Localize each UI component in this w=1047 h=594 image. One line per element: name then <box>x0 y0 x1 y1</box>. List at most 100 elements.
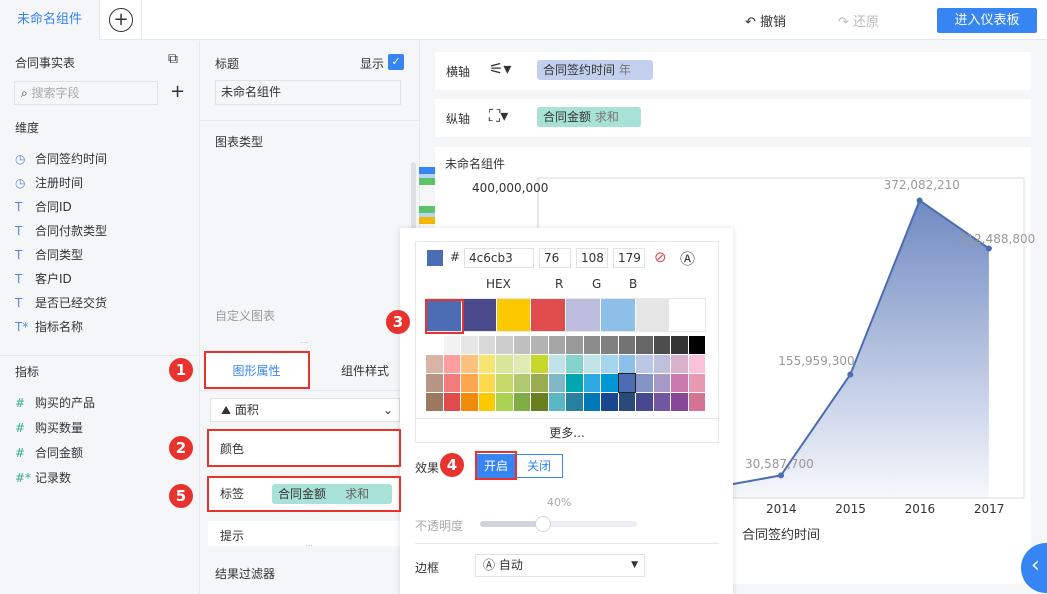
color-swatch[interactable] <box>618 355 635 373</box>
color-swatch[interactable] <box>461 336 478 354</box>
color-swatch[interactable] <box>653 336 670 354</box>
color-swatch[interactable] <box>670 299 705 331</box>
color-swatch[interactable] <box>566 299 601 331</box>
color-swatch[interactable] <box>671 336 688 354</box>
color-swatch[interactable] <box>548 393 565 411</box>
color-picker-popup: # 4c6cb3 76 108 179 ⊘ Ⓐ HEX R G B 更多... … <box>400 228 733 594</box>
color-swatch[interactable] <box>531 299 566 331</box>
g-label: G <box>592 277 602 291</box>
color-swatch[interactable] <box>461 374 478 392</box>
current-color-swatch <box>427 250 443 266</box>
color-swatch[interactable] <box>443 355 460 373</box>
opacity-value: 40% <box>547 496 572 509</box>
color-swatch[interactable] <box>601 355 618 373</box>
data-point[interactable] <box>778 472 784 479</box>
color-swatch[interactable] <box>426 355 443 373</box>
color-swatch[interactable] <box>688 393 705 411</box>
color-swatch[interactable] <box>583 374 600 392</box>
color-swatch[interactable] <box>635 299 671 331</box>
color-swatch[interactable] <box>478 336 495 354</box>
more-colors-button[interactable]: 更多... <box>415 418 719 441</box>
color-swatch[interactable] <box>461 393 478 411</box>
color-swatch[interactable] <box>531 393 548 411</box>
color-swatch[interactable] <box>600 299 636 331</box>
data-point[interactable] <box>847 371 854 378</box>
color-swatch[interactable] <box>636 374 653 392</box>
color-swatch[interactable] <box>653 355 670 373</box>
b-input[interactable]: 179 <box>613 248 645 268</box>
highlight-box <box>475 451 517 480</box>
color-swatch[interactable] <box>671 393 688 411</box>
no-color-icon[interactable]: ⊘ <box>654 248 667 266</box>
color-swatch[interactable] <box>461 299 497 331</box>
color-swatch[interactable] <box>461 355 478 373</box>
color-swatch[interactable] <box>478 374 495 392</box>
color-swatch[interactable] <box>601 374 618 392</box>
color-swatch[interactable] <box>653 374 670 392</box>
annotation-badge: 1 <box>169 358 193 382</box>
color-swatch[interactable] <box>583 336 600 354</box>
color-swatch[interactable] <box>478 393 495 411</box>
border-label: 边框 <box>415 561 440 575</box>
color-swatch[interactable] <box>548 355 565 373</box>
color-swatch[interactable] <box>426 336 443 354</box>
r-input[interactable]: 76 <box>539 248 571 268</box>
y-tick-label: 400,000,000 <box>472 181 549 195</box>
color-swatch[interactable] <box>513 374 530 392</box>
highlight-box <box>204 351 310 389</box>
color-swatch[interactable] <box>443 336 460 354</box>
color-swatch[interactable] <box>496 299 532 331</box>
data-label: 155,959,300 <box>778 354 855 369</box>
g-input[interactable]: 108 <box>576 248 608 268</box>
color-swatch[interactable] <box>426 374 443 392</box>
color-swatch[interactable] <box>426 393 443 411</box>
color-swatch[interactable] <box>496 393 513 411</box>
color-swatch[interactable] <box>601 336 618 354</box>
color-swatch[interactable] <box>443 374 460 392</box>
color-swatch[interactable] <box>548 374 565 392</box>
color-swatch[interactable] <box>688 374 705 392</box>
color-swatch[interactable] <box>531 336 548 354</box>
color-swatch[interactable] <box>513 336 530 354</box>
color-swatch[interactable] <box>636 336 653 354</box>
color-swatch[interactable] <box>566 355 583 373</box>
color-swatch[interactable] <box>688 355 705 373</box>
opacity-slider-handle[interactable] <box>534 516 551 532</box>
color-swatch[interactable] <box>496 355 513 373</box>
color-swatch[interactable] <box>513 393 530 411</box>
color-swatch[interactable] <box>618 336 635 354</box>
auto-color-icon[interactable]: Ⓐ <box>680 248 695 269</box>
color-swatch[interactable] <box>566 336 583 354</box>
color-swatch[interactable] <box>496 336 513 354</box>
data-label: 312,488,800 <box>958 232 1036 247</box>
color-swatch[interactable] <box>601 393 618 411</box>
r-label: R <box>555 277 564 291</box>
color-swatch[interactable] <box>671 374 688 392</box>
caret-down-icon: ▼ <box>631 560 638 570</box>
opacity-label: 不透明度 <box>415 519 464 533</box>
color-swatch[interactable] <box>496 374 513 392</box>
color-swatch[interactable] <box>653 393 670 411</box>
hex-input[interactable]: 4c6cb3 <box>464 248 534 268</box>
color-swatch[interactable] <box>513 355 530 373</box>
color-swatch[interactable] <box>671 355 688 373</box>
color-swatch[interactable] <box>688 336 705 354</box>
opacity-slider[interactable] <box>480 521 637 527</box>
color-swatch[interactable] <box>566 393 583 411</box>
x-tick-label: 2014 <box>766 502 797 516</box>
color-swatch[interactable] <box>531 374 548 392</box>
color-swatch[interactable] <box>443 393 460 411</box>
data-point[interactable] <box>916 197 923 204</box>
border-select[interactable]: Ⓐ 自动 ▼ <box>475 554 645 577</box>
color-swatch[interactable] <box>548 336 565 354</box>
color-swatch[interactable] <box>636 355 653 373</box>
color-swatch[interactable] <box>583 393 600 411</box>
color-swatch[interactable] <box>531 355 548 373</box>
color-swatch[interactable] <box>566 374 583 392</box>
color-swatch[interactable] <box>478 355 495 373</box>
color-swatch[interactable] <box>636 393 653 411</box>
color-swatch[interactable] <box>617 373 636 393</box>
effect-off-button[interactable]: 关闭 <box>515 454 563 478</box>
color-swatch[interactable] <box>618 393 635 411</box>
color-swatch[interactable] <box>583 355 600 373</box>
